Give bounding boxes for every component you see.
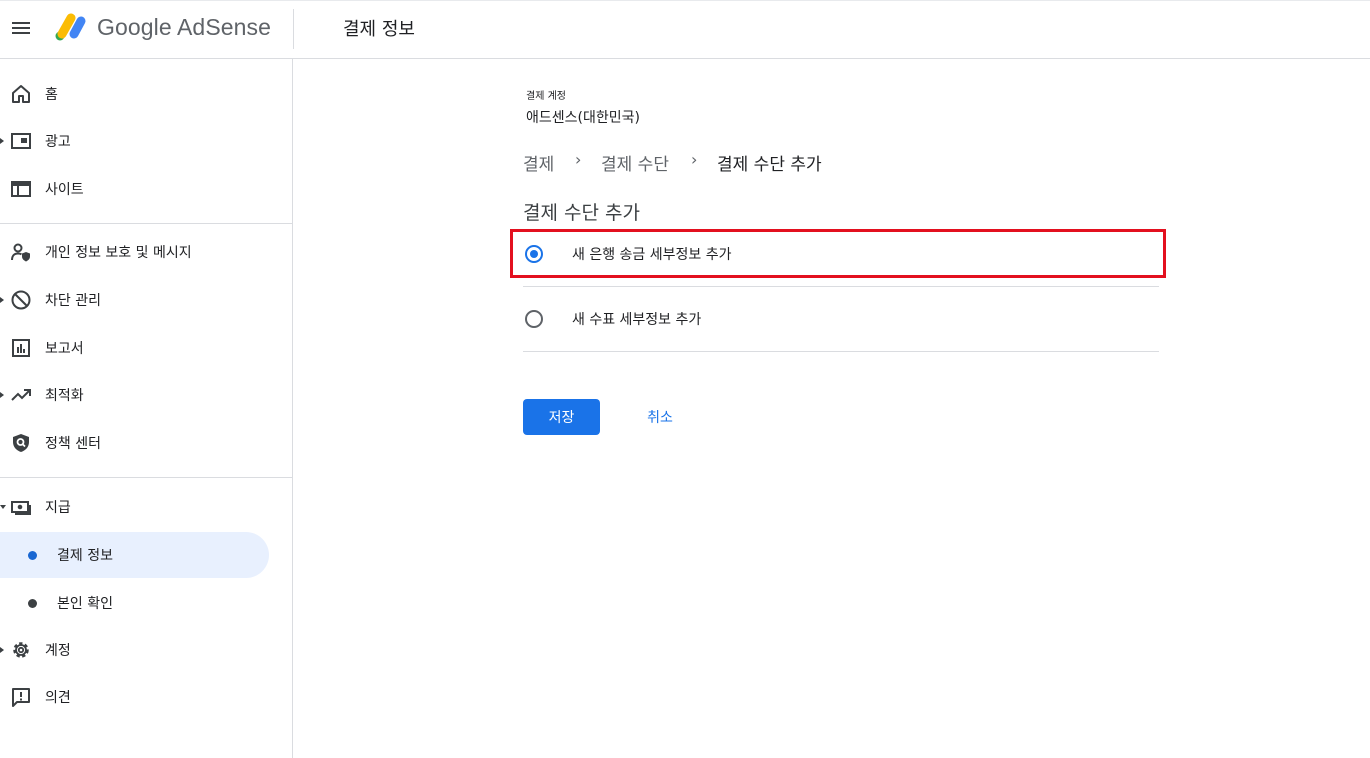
sidebar-item-label: 의견 [45, 690, 71, 706]
sidebar-subitem-label: 본인 확인 [57, 596, 113, 612]
sidebar-item-ads[interactable]: 광고 [0, 118, 280, 164]
sidebar-item-sites[interactable]: 사이트 [0, 166, 280, 212]
sidebar-item-privacy-messages[interactable]: 개인 정보 보호 및 메시지 [0, 229, 280, 275]
sidebar-item-blocking-controls[interactable]: 차단 관리 [0, 277, 280, 323]
adsense-logo-icon [55, 13, 86, 41]
sidebar-item-label: 개인 정보 보호 및 메시지 [45, 245, 192, 261]
sidebar-item-reports[interactable]: 보고서 [0, 325, 280, 371]
optimization-icon [11, 389, 31, 401]
sidebar-subitem-payment-info[interactable]: 결제 정보 [0, 532, 269, 578]
save-button[interactable]: 저장 [523, 399, 600, 435]
logo-text: Google AdSense [97, 14, 272, 40]
expand-caret-icon [0, 138, 4, 144]
cancel-button[interactable]: 취소 [628, 399, 692, 435]
expand-caret-icon [0, 392, 4, 398]
sidebar-item-feedback[interactable]: 의견 [0, 674, 280, 720]
sidebar-item-optimization[interactable]: 최적화 [0, 372, 280, 418]
option-divider [523, 351, 1159, 352]
option-label: 새 수표 세부정보 추가 [572, 312, 702, 328]
option-check[interactable]: 새 수표 세부정보 추가 [523, 287, 1159, 351]
sidebar-divider [0, 477, 293, 478]
sidebar: 홈 광고 사이트 개인 정보 보호 및 메시지 차단 관리 보고서 최적화 정책… [0, 59, 293, 758]
option-bank-transfer[interactable]: 새 은행 송금 세부정보 추가 [523, 222, 1159, 286]
breadcrumb-payments[interactable]: 결제 [523, 150, 554, 175]
sidebar-item-label: 차단 관리 [45, 293, 101, 309]
sidebar-item-label: 지급 [45, 500, 71, 516]
policy-shield-icon [13, 434, 29, 452]
sidebar-item-home[interactable]: 홈 [0, 71, 280, 117]
radio-bank-transfer[interactable] [525, 245, 543, 263]
home-icon [12, 85, 30, 103]
sidebar-item-label: 보고서 [45, 341, 84, 357]
breadcrumb-separator-icon: › [691, 150, 698, 169]
sidebar-item-account[interactable]: 계정 [0, 627, 280, 673]
expand-caret-icon [0, 297, 4, 303]
sidebar-item-label: 정책 센터 [45, 436, 101, 452]
sidebar-divider [0, 223, 293, 224]
sidebar-item-payments[interactable]: 지급 [0, 484, 280, 530]
sidebar-item-label: 광고 [45, 134, 71, 150]
page-title: 결제 정보 [343, 19, 415, 40]
ads-icon [11, 133, 31, 149]
app-header: Google AdSense 결제 정보 [0, 0, 1370, 59]
sidebar-item-label: 계정 [45, 643, 71, 659]
reports-icon [12, 339, 30, 357]
payments-icon [11, 501, 31, 515]
header-divider [293, 9, 294, 49]
billing-account-label: 결제 계정 [526, 91, 566, 102]
expand-caret-icon [0, 647, 4, 653]
block-icon [11, 290, 31, 310]
option-label: 새 은행 송금 세부정보 추가 [572, 247, 732, 263]
gear-icon [13, 642, 29, 658]
billing-account-name: 애드센스(대한민국) [526, 110, 640, 126]
hamburger-menu-icon [12, 22, 30, 34]
main-menu-button[interactable] [8, 15, 36, 43]
sidebar-item-label: 최적화 [45, 388, 84, 404]
sidebar-item-policy-center[interactable]: 정책 센터 [0, 420, 280, 466]
privacy-icon [11, 243, 30, 262]
collapse-caret-icon [0, 505, 6, 509]
bullet-dot-icon [28, 551, 37, 560]
bullet-dot-icon [28, 599, 37, 608]
breadcrumb-payment-methods[interactable]: 결제 수단 [601, 150, 669, 175]
sites-icon [11, 181, 31, 197]
sidebar-subitem-label: 결제 정보 [57, 548, 113, 564]
sidebar-item-label: 사이트 [45, 182, 84, 198]
section-title: 결제 수단 추가 [523, 202, 640, 224]
breadcrumb-current: 결제 수단 추가 [717, 155, 822, 175]
sidebar-item-label: 홈 [45, 87, 58, 103]
feedback-icon [12, 688, 30, 707]
breadcrumb-separator-icon: › [575, 150, 582, 169]
sidebar-subitem-identity-verification[interactable]: 본인 확인 [0, 580, 269, 626]
radio-check[interactable] [525, 310, 543, 328]
